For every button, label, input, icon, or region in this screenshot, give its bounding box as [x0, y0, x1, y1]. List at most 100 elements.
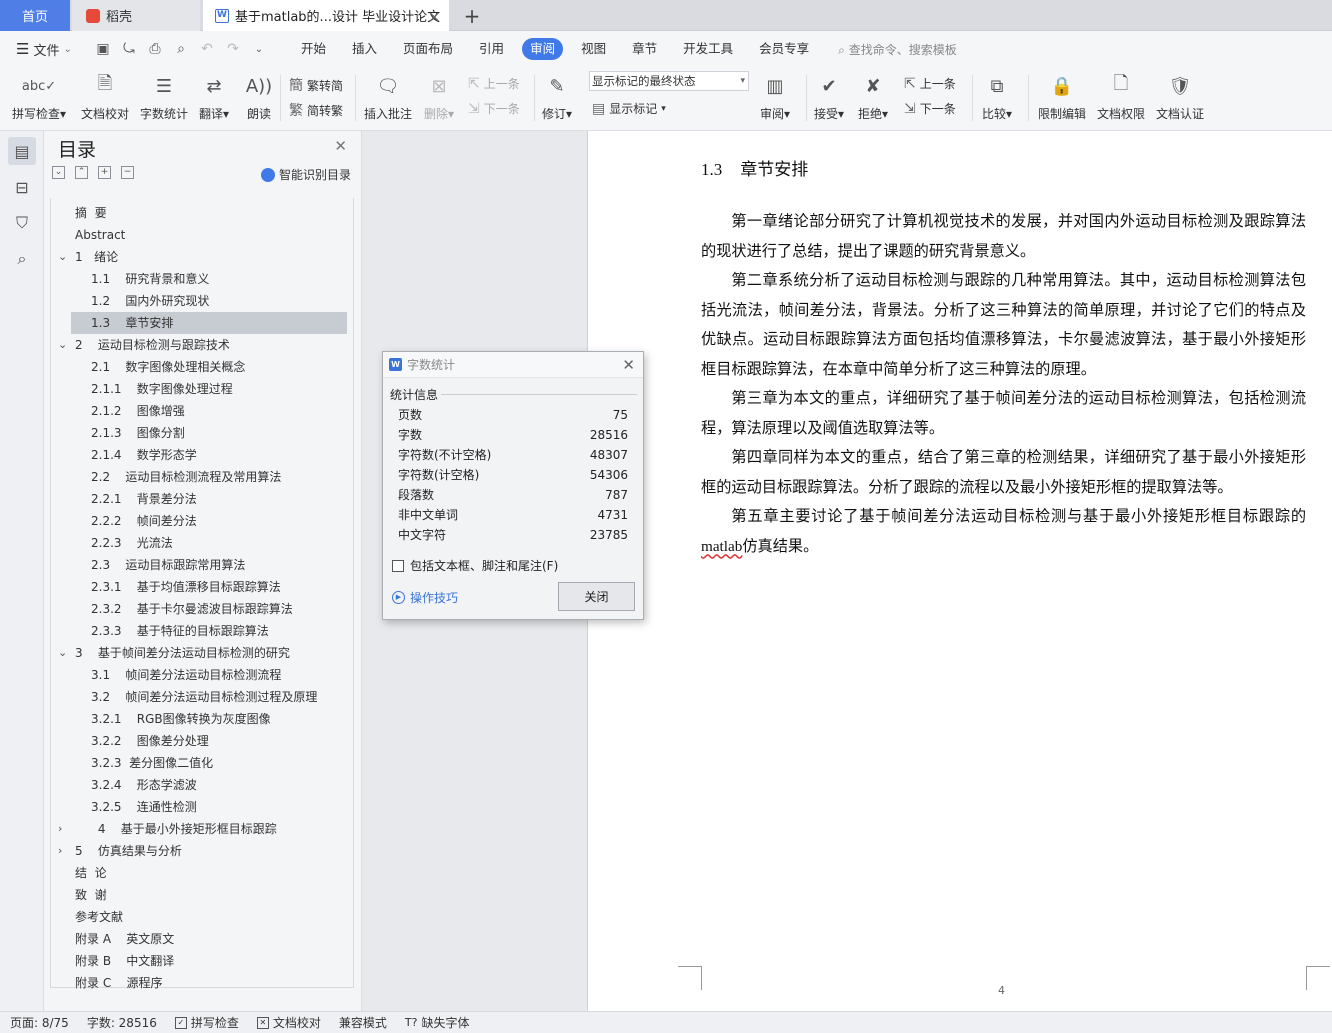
traditional-to-simplified-button[interactable]: 簡 繁转简: [289, 75, 343, 95]
bookmark-icon[interactable]: ⛉: [8, 209, 36, 237]
toc-item[interactable]: 2.1.3 图像分割: [71, 422, 347, 444]
redo-icon[interactable]: ↷: [224, 41, 242, 57]
toc-item[interactable]: 2.2 运动目标检测流程及常用算法: [71, 466, 347, 488]
chevron-down-icon[interactable]: ⌄: [58, 246, 70, 268]
toc-item[interactable]: 1.2 国内外研究现状: [71, 290, 347, 312]
toc-item[interactable]: 附录 B 中文翻译: [71, 950, 347, 972]
show-markup-button[interactable]: ▤ 显示标记 ▾: [592, 100, 666, 117]
chevron-right-icon[interactable]: ›: [58, 818, 70, 840]
file-menu[interactable]: ☰ 文件 ⌄: [0, 40, 86, 59]
toc-item[interactable]: 附录 A 英文原文: [71, 928, 347, 950]
close-tab-icon[interactable]: ×: [428, 7, 441, 26]
toc-item[interactable]: 3.2.5 连通性检测: [71, 796, 347, 818]
tab-document[interactable]: W 基于matlab的...设计 毕业设计论文 ×: [203, 0, 449, 31]
plus-icon[interactable]: +: [98, 166, 111, 179]
tab-developer[interactable]: 开发工具: [670, 38, 746, 60]
toc-item[interactable]: 3.2.1 RGB图像转换为灰度图像: [71, 708, 347, 730]
toc-item[interactable]: 3.1 帧间差分法运动目标检测流程: [71, 664, 347, 686]
include-textboxes-checkbox[interactable]: 包括文本框、脚注和尾注(F): [392, 557, 558, 574]
toc-item[interactable]: 1 绪论: [71, 246, 347, 268]
toc-item[interactable]: 2.2.3 光流法: [71, 532, 347, 554]
markup-mode-select[interactable]: 显示标记的最终状态 ▾: [589, 71, 749, 91]
review-pane-button[interactable]: ▥ 审阅▾: [760, 71, 790, 122]
toc-item[interactable]: 1.1 研究背景和意义: [71, 268, 347, 290]
simplified-to-traditional-button[interactable]: 繁 简转繁: [289, 100, 343, 120]
document-page[interactable]: 1.3 章节安排 第一章绪论部分研究了计算机视觉技术的发展，并对国内外运动目标检测…: [587, 131, 1332, 1011]
toc-item[interactable]: 4 基于最小外接矩形框目标跟踪: [71, 818, 347, 840]
read-aloud-button[interactable]: A)) 朗读: [244, 71, 274, 122]
track-changes-button[interactable]: ✎ 修订▾: [542, 71, 572, 122]
tab-insert[interactable]: 插入: [339, 38, 390, 60]
new-tab-button[interactable]: +: [460, 0, 484, 31]
toc-item[interactable]: 3.2 帧间差分法运动目标检测过程及原理: [71, 686, 347, 708]
toc-item[interactable]: 2.3.2 基于卡尔曼滤波目标跟踪算法: [71, 598, 347, 620]
close-button[interactable]: 关闭: [558, 582, 635, 611]
toc-item[interactable]: 2.2.1 背景差分法: [71, 488, 347, 510]
toc-item[interactable]: 2.2.2 帧间差分法: [71, 510, 347, 532]
toc-item[interactable]: 致 谢: [71, 884, 347, 906]
chevron-down-icon[interactable]: ⌄: [58, 334, 70, 356]
toc-item[interactable]: 2.1.4 数学形态学: [71, 444, 347, 466]
proofread-button[interactable]: 🗎 文档校对: [81, 71, 129, 122]
prev-comment-button[interactable]: ⇱ 上一条: [468, 75, 520, 92]
toc-item[interactable]: 3.2.3 差分图像二值化: [71, 752, 347, 774]
tab-docer[interactable]: 稻壳: [72, 0, 200, 31]
print-preview-icon[interactable]: ⌕: [172, 41, 190, 57]
accept-button[interactable]: ✔ 接受▾: [814, 71, 844, 122]
delete-comment-button[interactable]: ⊠ 删除▾: [424, 71, 454, 122]
print-icon[interactable]: ⎙: [146, 41, 164, 57]
tab-page-layout[interactable]: 页面布局: [390, 38, 466, 60]
tab-review[interactable]: 审阅: [522, 38, 564, 60]
customize-toolbar-icon[interactable]: ⌄: [250, 44, 268, 55]
compare-button[interactable]: ⧉ 比较▾: [982, 71, 1012, 122]
undo-icon[interactable]: ↶: [198, 41, 216, 57]
spell-check-status[interactable]: ✓ 拼写检查: [174, 1014, 239, 1031]
toc-icon[interactable]: ▤: [8, 137, 36, 165]
dialog-titlebar[interactable]: W 字数统计: [383, 352, 643, 378]
tab-view[interactable]: 视图: [568, 38, 619, 60]
toc-item[interactable]: 5 仿真结果与分析: [71, 840, 347, 862]
document-certify-button[interactable]: 🛡 文档认证: [1156, 71, 1204, 122]
save-icon[interactable]: ▣: [94, 41, 112, 57]
toc-item[interactable]: Abstract: [71, 224, 347, 246]
search-icon[interactable]: ⌕: [8, 245, 36, 273]
translate-button[interactable]: ⇄ 翻译▾: [199, 71, 229, 122]
toc-item[interactable]: 2.3 运动目标跟踪常用算法: [71, 554, 347, 576]
next-comment-button[interactable]: ⇲ 下一条: [468, 100, 520, 117]
missing-font-status[interactable]: T? 缺失字体: [405, 1014, 470, 1031]
document-rights-button[interactable]: 🗋 文档权限: [1097, 71, 1145, 122]
toc-item[interactable]: 2.1.2 图像增强: [71, 400, 347, 422]
toc-item[interactable]: 附录 C 源程序: [71, 972, 347, 994]
toc-item[interactable]: 3 基于帧间差分法运动目标检测的研究: [71, 642, 347, 664]
insert-comment-button[interactable]: 🗨 插入批注: [364, 71, 412, 122]
toc-item[interactable]: 摘 要: [71, 202, 347, 224]
collapse-all-icon[interactable]: ⌃: [75, 166, 88, 179]
restrict-editing-button[interactable]: 🔒 限制编辑: [1038, 71, 1086, 122]
spell-check-button[interactable]: abc✓ 拼写检查▾: [12, 71, 66, 122]
tab-start[interactable]: 开始: [288, 38, 339, 60]
toc-item[interactable]: 2.1 数字图像处理相关概念: [71, 356, 347, 378]
word-count-indicator[interactable]: 字数: 28516: [87, 1014, 157, 1031]
tips-link[interactable]: ▶ 操作技巧: [392, 589, 458, 606]
toc-item[interactable]: 3.2.4 形态学滤波: [71, 774, 347, 796]
toc-item[interactable]: 2.3.1 基于均值漂移目标跟踪算法: [71, 576, 347, 598]
tab-references[interactable]: 引用: [466, 38, 517, 60]
proofread-status[interactable]: ✕ 文档校对: [256, 1014, 321, 1031]
toc-item[interactable]: 结 论: [71, 862, 347, 884]
word-count-button[interactable]: ☰ 字数统计: [140, 71, 188, 122]
tab-member[interactable]: 会员专享: [746, 38, 822, 60]
tab-home[interactable]: 首页: [0, 0, 70, 31]
toc-item[interactable]: 2 运动目标检测与跟踪技术: [71, 334, 347, 356]
reject-button[interactable]: ✘ 拒绝▾: [858, 71, 888, 122]
close-icon[interactable]: ✕: [622, 356, 635, 374]
chevron-down-icon[interactable]: ⌄: [58, 642, 70, 664]
toc-item[interactable]: 1.3 章节安排: [71, 312, 347, 334]
command-search[interactable]: ⌕ 查找命令、搜索模板: [838, 41, 957, 58]
toc-item[interactable]: 2.3.3 基于特征的目标跟踪算法: [71, 620, 347, 642]
tab-chapter[interactable]: 章节: [619, 38, 670, 60]
undo-history-icon[interactable]: ⤿: [120, 41, 138, 57]
expand-all-icon[interactable]: ⌄: [52, 166, 65, 179]
next-change-button[interactable]: ⇲ 下一条: [904, 100, 956, 117]
smart-toc-button[interactable]: 智能识别目录: [260, 166, 351, 183]
page-indicator[interactable]: 页面: 8/75: [10, 1014, 69, 1031]
